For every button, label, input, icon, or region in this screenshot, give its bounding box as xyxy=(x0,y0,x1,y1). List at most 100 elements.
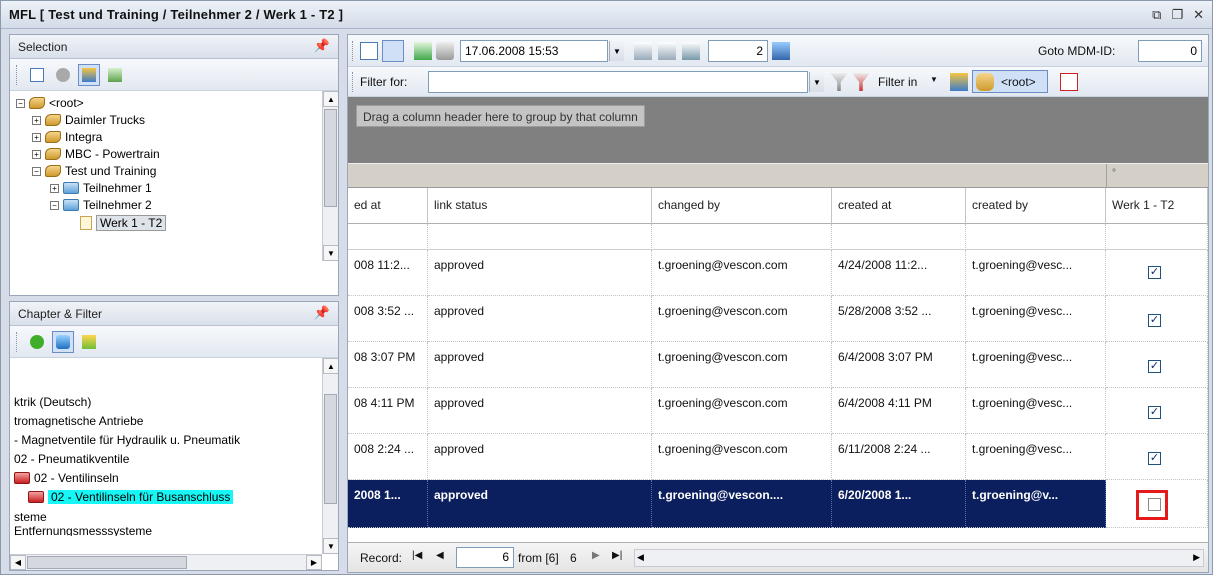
clear-filter-icon[interactable] xyxy=(852,73,870,91)
tree-collapse-icon[interactable] xyxy=(658,42,676,60)
chapter-hscroll[interactable]: ◀ ▶ xyxy=(10,554,322,570)
column-header-created-at[interactable]: created at xyxy=(832,188,966,224)
cell-created-at[interactable]: 6/4/2008 4:11 PM xyxy=(832,388,966,434)
cell-changed-by[interactable]: t.groening@vescon.com xyxy=(652,388,832,434)
grid-hscroll[interactable]: ◀ ▶ xyxy=(634,549,1204,567)
cell-changed-by[interactable]: t.groening@vescon.com xyxy=(652,434,832,480)
edit-icon[interactable] xyxy=(26,64,48,86)
chapter-item[interactable]: tromagnetische Antriebe xyxy=(14,413,143,429)
cell-changed-by[interactable]: t.groening@vescon.com xyxy=(652,296,832,342)
collapse-icon[interactable]: − xyxy=(50,200,59,210)
cell-created-at[interactable]: 4/24/2008 11:2... xyxy=(832,250,966,296)
restore-icon[interactable]: ⧉ xyxy=(1152,7,1161,23)
prev-record-icon[interactable]: ◀ xyxy=(436,550,444,561)
database-icon[interactable] xyxy=(52,330,74,353)
werk-checkbox[interactable]: ✓ xyxy=(1148,266,1161,279)
cell-changed-by[interactable]: t.groening@vescon.com xyxy=(652,250,832,296)
filter-cell[interactable] xyxy=(832,224,966,250)
structure-icon[interactable] xyxy=(682,42,700,60)
werk-checkbox[interactable]: ✓ xyxy=(1148,406,1161,419)
count-field[interactable]: 2 xyxy=(708,40,768,62)
werk-checkbox[interactable]: ✓ xyxy=(1148,452,1161,465)
scroll-left-icon[interactable]: ◀ xyxy=(637,552,644,563)
chapter-item[interactable]: ktrik (Deutsch) xyxy=(14,394,91,410)
cell-changed-at[interactable]: 008 11:2... xyxy=(348,250,428,296)
filter-in-label[interactable]: Filter in xyxy=(878,75,917,89)
collapse-icon[interactable]: − xyxy=(32,166,41,176)
cell-changed-by[interactable]: t.groening@vescon.com xyxy=(652,342,832,388)
last-record-icon[interactable]: ▶| xyxy=(612,550,622,561)
tree-node-root[interactable]: − <root> xyxy=(16,95,84,111)
edit-icon[interactable] xyxy=(360,42,378,60)
filter-cell[interactable] xyxy=(348,224,428,250)
cell-link-status[interactable]: approved xyxy=(428,250,652,296)
cell-link-status[interactable]: approved xyxy=(428,480,652,528)
filter-in-dropdown-icon[interactable]: ▼ xyxy=(930,75,938,84)
column-header-changed-by[interactable]: changed by xyxy=(652,188,832,224)
column-header-changed-at[interactable]: ed at xyxy=(348,188,428,224)
selection-icon[interactable] xyxy=(950,73,968,91)
chapter-item[interactable]: 02 - Ventilinseln xyxy=(14,470,119,486)
column-header-werk[interactable]: Werk 1 - T2 xyxy=(1106,188,1208,224)
filter-cell[interactable] xyxy=(966,224,1106,250)
filter-cell[interactable] xyxy=(428,224,652,250)
scroll-right-icon[interactable]: ▶ xyxy=(1193,552,1200,563)
cell-werk[interactable]: ✓ xyxy=(1106,434,1208,480)
toolbar-grip[interactable] xyxy=(16,64,19,85)
cell-changed-by[interactable]: t.groening@vescon.... xyxy=(652,480,832,528)
record-number-input[interactable]: 6 xyxy=(456,547,514,568)
cell-created-at[interactable]: 6/20/2008 1... xyxy=(832,480,966,528)
cell-link-status[interactable]: approved xyxy=(428,434,652,480)
chapter-item[interactable]: 02 - Pneumatikventile xyxy=(14,451,129,467)
datetime-dropdown-icon[interactable]: ▼ xyxy=(609,41,624,61)
column-header-created-by[interactable]: created by xyxy=(966,188,1106,224)
check-green-icon[interactable] xyxy=(26,331,48,353)
scroll-up-icon[interactable]: ▲ xyxy=(323,358,338,374)
grid-view-icon[interactable] xyxy=(772,42,790,60)
pin-icon[interactable]: 📌 xyxy=(314,305,330,321)
pin-icon[interactable]: 📌 xyxy=(314,38,330,54)
next-record-icon[interactable]: ▶ xyxy=(592,550,600,561)
filter-doc-icon[interactable] xyxy=(104,64,126,86)
collapse-icon[interactable]: − xyxy=(16,98,25,108)
cell-created-at[interactable]: 6/11/2008 2:24 ... xyxy=(832,434,966,480)
filter-input[interactable] xyxy=(428,71,808,93)
export-icon[interactable] xyxy=(414,42,432,60)
tree-node-test-training[interactable]: − Test und Training xyxy=(32,163,156,179)
cell-werk[interactable]: ✓ xyxy=(1106,250,1208,296)
close-icon[interactable]: ✕ xyxy=(1193,7,1204,23)
expand-icon[interactable]: + xyxy=(32,132,41,142)
werk-checkbox[interactable]: ✓ xyxy=(1148,360,1161,373)
chapter-item[interactable]: - Magnetventile für Hydraulik u. Pneumat… xyxy=(14,432,240,448)
toolbar-grip[interactable] xyxy=(16,331,19,352)
cell-link-status[interactable]: approved xyxy=(428,342,652,388)
first-record-icon[interactable]: |◀ xyxy=(412,550,422,561)
scroll-left-icon[interactable]: ◀ xyxy=(10,555,26,570)
cell-changed-at[interactable]: 08 4:11 PM xyxy=(348,388,428,434)
cell-werk[interactable]: ✓ xyxy=(1106,296,1208,342)
cell-werk[interactable]: ✓ xyxy=(1106,388,1208,434)
cell-created-at[interactable]: 5/28/2008 3:52 ... xyxy=(832,296,966,342)
cell-changed-at[interactable]: 2008 1... xyxy=(348,480,428,528)
selection-vscroll[interactable]: ▲ ▼ xyxy=(322,91,338,261)
cell-created-at[interactable]: 6/4/2008 3:07 PM xyxy=(832,342,966,388)
toolbar-grip[interactable] xyxy=(352,72,355,92)
cell-changed-at[interactable]: 008 2:24 ... xyxy=(348,434,428,480)
check-doc-icon[interactable] xyxy=(382,40,404,62)
chapter-item[interactable]: steme xyxy=(14,509,47,525)
root-scope-button[interactable]: <root> xyxy=(972,70,1048,93)
tree-node-mbc[interactable]: + MBC - Powertrain xyxy=(32,146,160,162)
cell-changed-at[interactable]: 08 3:07 PM xyxy=(348,342,428,388)
werk-checkbox[interactable]: ✓ xyxy=(1148,314,1161,327)
scroll-thumb[interactable] xyxy=(324,109,337,207)
toolbar-grip[interactable] xyxy=(352,41,355,61)
cell-created-by[interactable]: t.groening@vesc... xyxy=(966,250,1106,296)
tree-node-integra[interactable]: + Integra xyxy=(32,129,102,145)
book-stack-icon[interactable] xyxy=(78,63,100,86)
column-header-link-status[interactable]: link status xyxy=(428,188,652,224)
expand-icon[interactable]: + xyxy=(50,183,59,193)
cell-created-by[interactable]: t.groening@vesc... xyxy=(966,342,1106,388)
cell-changed-at[interactable]: 008 3:52 ... xyxy=(348,296,428,342)
cell-created-by[interactable]: t.groening@v... xyxy=(966,480,1106,528)
filter-dropdown-icon[interactable]: ▼ xyxy=(809,72,824,92)
